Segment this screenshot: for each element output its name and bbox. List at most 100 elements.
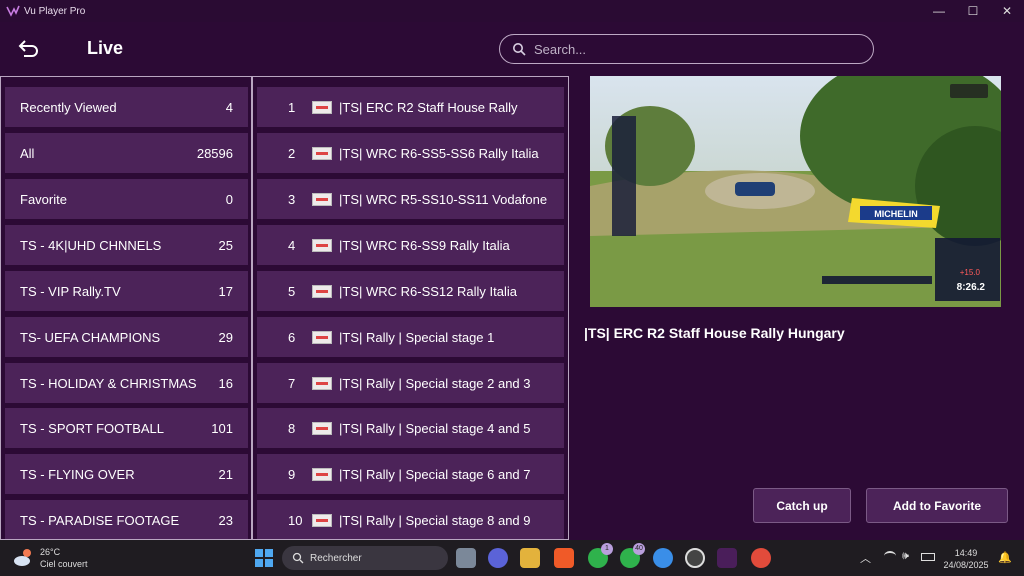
temperature: 26°C: [40, 547, 61, 557]
channel-item[interactable]: 3 |TS| WRC R5-SS10-SS11 Vodafone: [257, 179, 564, 219]
category-count: 23: [218, 512, 233, 528]
channel-item[interactable]: 4 |TS| WRC R6-SS9 Rally Italia: [257, 225, 564, 265]
channel-logo-icon: [312, 330, 332, 344]
category-name: TS - HOLIDAY & CHRISTMAS: [20, 375, 197, 391]
channel-item[interactable]: 5 |TS| WRC R6-SS12 Rally Italia: [257, 271, 564, 311]
category-name: TS- UEFA CHAMPIONS: [20, 329, 161, 345]
category-count: 4: [225, 99, 233, 115]
catch-up-button[interactable]: Catch up: [753, 488, 851, 523]
category-count: 101: [211, 420, 233, 436]
search-bar[interactable]: [499, 34, 874, 64]
channel-name: |TS| WRC R6-SS9 Rally Italia: [339, 237, 510, 253]
category-item[interactable]: TS - 4K|UHD CHNNELS 25: [5, 225, 248, 265]
channel-number: 10: [288, 512, 303, 528]
channel-logo-icon: [312, 421, 332, 435]
category-item[interactable]: Favorite 0: [5, 179, 248, 219]
channel-name: |TS| ERC R2 Staff House Rally: [339, 99, 518, 115]
media-player-icon[interactable]: [685, 548, 705, 568]
channel-item[interactable]: 9 |TS| Rally | Special stage 6 and 7: [257, 454, 564, 494]
battery-icon[interactable]: [921, 553, 935, 561]
category-item[interactable]: TS - HOLIDAY & CHRISTMAS 16: [5, 363, 248, 403]
channel-logo-icon: [312, 513, 332, 527]
category-item[interactable]: TS - PARADISE FOOTAGE 23: [5, 500, 248, 539]
category-name: Favorite: [20, 191, 67, 207]
whatsapp-icon[interactable]: 1: [588, 543, 613, 568]
whatsapp-business-icon[interactable]: 40: [620, 543, 645, 568]
channel-item[interactable]: 10 |TS| Rally | Special stage 8 and 9: [257, 500, 564, 539]
category-name: TS - SPORT FOOTBALL: [20, 420, 164, 436]
channel-logo-icon: [312, 100, 332, 114]
channel-name: |TS| Rally | Special stage 1: [339, 329, 495, 345]
taskbar-search-label: Rechercher: [310, 552, 362, 564]
category-name: All: [20, 145, 35, 161]
weather-condition: Ciel couvert: [40, 559, 88, 569]
channel-number: 7: [288, 375, 296, 391]
channel-number: 1: [288, 99, 296, 115]
maximize-button[interactable]: ☐: [956, 0, 990, 22]
channel-logo-icon: [312, 238, 332, 252]
chevron-up-icon[interactable]: ︿: [860, 550, 871, 566]
category-item[interactable]: TS- UEFA CHAMPIONS 29: [5, 317, 248, 357]
category-item[interactable]: TS - VIP Rally.TV 17: [5, 271, 248, 311]
channel-name: |TS| Rally | Special stage 4 and 5: [339, 420, 531, 436]
channel-item[interactable]: 1 |TS| ERC R2 Staff House Rally: [257, 87, 564, 127]
chat-app-icon[interactable]: [488, 548, 508, 568]
title-bar: Vu Player Pro — ☐ ✕: [0, 0, 1024, 22]
chrome-icon[interactable]: [751, 548, 771, 568]
file-explorer-icon[interactable]: [520, 548, 540, 568]
channel-logo-icon: [312, 467, 332, 481]
category-item[interactable]: TS - FLYING OVER 21: [5, 454, 248, 494]
video-player[interactable]: MICHELIN +15.0 8:26.2: [590, 76, 1001, 307]
channel-logo-icon: [312, 192, 332, 206]
channel-name: |TS| Rally | Special stage 2 and 3: [339, 375, 531, 391]
channel-name: |TS| WRC R6-SS12 Rally Italia: [339, 283, 517, 299]
brave-browser-icon[interactable]: [554, 548, 574, 568]
category-count: 16: [218, 375, 233, 391]
taskbar-search[interactable]: Rechercher: [282, 546, 448, 570]
task-view-icon[interactable]: [456, 548, 476, 568]
category-name: Recently Viewed: [20, 99, 117, 115]
notification-badge: 1: [601, 543, 613, 555]
notifications-bell-icon[interactable]: 🔔: [998, 551, 1012, 564]
cloud-icon: [14, 549, 31, 566]
search-icon: [513, 43, 526, 56]
system-clock[interactable]: 14:49 24/08/2025: [942, 547, 990, 571]
volume-icon[interactable]: 🕪: [902, 550, 909, 563]
channel-name: |TS| Rally | Special stage 6 and 7: [339, 466, 531, 482]
channel-logo-icon: [312, 376, 332, 390]
now-playing-title: |TS| ERC R2 Staff House Rally Hungary: [584, 325, 845, 341]
add-to-favorite-button[interactable]: Add to Favorite: [866, 488, 1008, 523]
browser-icon[interactable]: [653, 548, 673, 568]
channel-name: |TS| WRC R6-SS5-SS6 Rally Italia: [339, 145, 539, 161]
channel-name: |TS| WRC R5-SS10-SS11 Vodafone: [339, 191, 548, 207]
header: Live: [0, 22, 1024, 76]
category-count: 17: [218, 283, 233, 299]
back-button[interactable]: [16, 36, 42, 62]
minimize-button[interactable]: —: [922, 0, 956, 22]
category-item[interactable]: TS - SPORT FOOTBALL 101: [5, 408, 248, 448]
vu-player-icon[interactable]: [717, 548, 737, 568]
channel-item[interactable]: 2 |TS| WRC R6-SS5-SS6 Rally Italia: [257, 133, 564, 173]
weather-widget[interactable]: 26°C Ciel couvert: [12, 546, 88, 570]
search-icon: [292, 552, 304, 564]
wifi-icon[interactable]: [884, 551, 896, 561]
channel-list[interactable]: 1 |TS| ERC R2 Staff House Rally 2 |TS| WRC…: [252, 76, 569, 540]
channel-item[interactable]: 7 |TS| Rally | Special stage 2 and 3: [257, 363, 564, 403]
start-button[interactable]: [254, 548, 274, 568]
app-logo-icon: [6, 5, 20, 17]
category-count: 25: [218, 237, 233, 253]
category-item[interactable]: All 28596: [5, 133, 248, 173]
search-input[interactable]: [534, 41, 854, 57]
channel-item[interactable]: 6 |TS| Rally | Special stage 1: [257, 317, 564, 357]
channel-logo-icon: [312, 284, 332, 298]
close-button[interactable]: ✕: [990, 0, 1024, 22]
channel-number: 5: [288, 283, 296, 299]
category-item[interactable]: Recently Viewed 4: [5, 87, 248, 127]
category-list[interactable]: Recently Viewed 4 All 28596 Favorite 0 TS -…: [0, 76, 252, 540]
category-name: TS - 4K|UHD CHNNELS: [20, 237, 162, 253]
channel-name: |TS| Rally | Special stage 8 and 9: [339, 512, 531, 528]
channel-number: 9: [288, 466, 296, 482]
category-name: TS - PARADISE FOOTAGE: [20, 512, 180, 528]
clock-date: 24/08/2025: [943, 560, 989, 570]
channel-item[interactable]: 8 |TS| Rally | Special stage 4 and 5: [257, 408, 564, 448]
